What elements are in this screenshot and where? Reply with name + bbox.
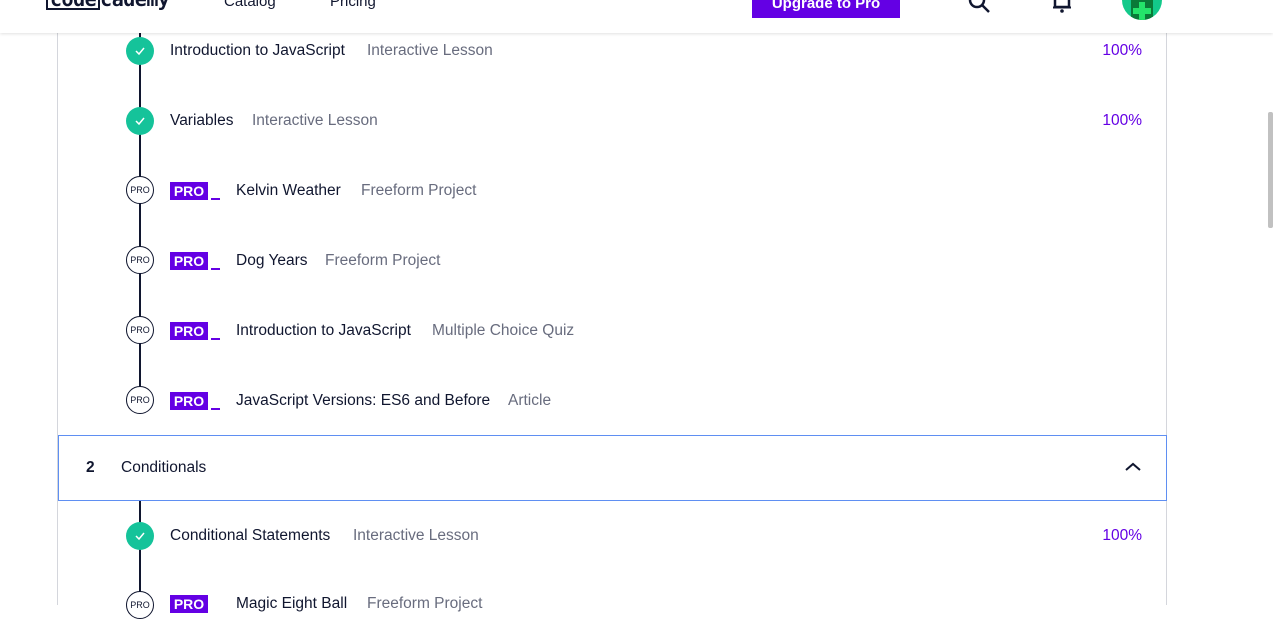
pro-badge-underline xyxy=(211,408,220,410)
pro-lock-node: PRO xyxy=(126,176,154,204)
lesson-type: Article xyxy=(508,392,552,409)
lesson-type: Interactive Lesson xyxy=(252,112,378,129)
search-icon[interactable] xyxy=(967,0,991,14)
lesson-type: Multiple Choice Quiz xyxy=(432,322,575,339)
lesson-progress: 100% xyxy=(1102,527,1142,544)
lesson-title[interactable]: Kelvin Weather xyxy=(236,182,341,200)
lesson-type: Freeform Project xyxy=(361,182,477,199)
pro-badge-underline xyxy=(211,338,220,340)
pro-lock-node: PRO xyxy=(126,591,154,619)
lesson-item[interactable]: Variables Interactive Lesson 100% xyxy=(0,101,1273,141)
lesson-title[interactable]: JavaScript Versions: ES6 and Before xyxy=(236,392,490,410)
pro-badge: PRO xyxy=(170,252,208,270)
module-title: Conditionals xyxy=(121,459,207,476)
lesson-title[interactable]: Variables xyxy=(170,112,233,130)
lesson-progress: 100% xyxy=(1102,112,1142,129)
pro-badge: PRO xyxy=(170,392,208,410)
lesson-title[interactable]: Conditional Statements xyxy=(170,527,330,545)
lesson-item[interactable]: PRO PRO Introduction to JavaScript Multi… xyxy=(0,311,1273,351)
lesson-title[interactable]: Magic Eight Ball xyxy=(236,595,347,613)
module-number: 2 xyxy=(86,459,95,476)
lesson-item[interactable]: Conditional Statements Interactive Lesso… xyxy=(0,516,1273,556)
completed-check-icon xyxy=(126,522,154,550)
pro-badge-underline xyxy=(211,268,220,270)
pro-badge-underline xyxy=(211,198,220,200)
upgrade-to-pro-button[interactable]: Upgrade to Pro xyxy=(752,0,900,18)
syllabus-panel xyxy=(57,0,1167,605)
completed-check-icon xyxy=(126,107,154,135)
pro-lock-node: PRO xyxy=(126,316,154,344)
lesson-item[interactable]: PRO PRO Kelvin Weather Freeform Project xyxy=(0,171,1273,211)
logo-cademy: cademy xyxy=(100,0,170,11)
nav-pricing-link[interactable]: Pricing xyxy=(330,0,376,10)
lesson-type: Freeform Project xyxy=(367,595,483,612)
chevron-up-icon[interactable] xyxy=(1125,462,1141,472)
lesson-item[interactable]: Introduction to JavaScript Interactive L… xyxy=(0,31,1273,71)
lesson-item[interactable]: PRO PRO Dog Years Freeform Project xyxy=(0,241,1273,281)
lesson-title[interactable]: Introduction to JavaScript xyxy=(236,322,411,340)
lesson-item[interactable]: PRO PRO Magic Eight Ball Freeform Projec… xyxy=(0,586,1273,626)
logo-code: code xyxy=(46,0,101,10)
pro-badge: PRO xyxy=(170,182,208,200)
pro-badge: PRO xyxy=(170,322,208,340)
completed-check-icon xyxy=(126,37,154,65)
top-navigation: codecademy Catalog Pricing Upgrade to Pr… xyxy=(0,0,1273,33)
pro-lock-node: PRO xyxy=(126,386,154,414)
module-header-conditionals[interactable]: 2 Conditionals xyxy=(58,435,1167,501)
lesson-title[interactable]: Introduction to JavaScript xyxy=(170,42,345,60)
lesson-title[interactable]: Dog Years xyxy=(236,252,308,270)
scrollbar-thumb[interactable] xyxy=(1268,112,1273,228)
bell-icon[interactable] xyxy=(1050,0,1074,14)
user-avatar[interactable] xyxy=(1122,0,1162,20)
codecademy-logo[interactable]: codecademy xyxy=(46,0,170,11)
lesson-type: Interactive Lesson xyxy=(367,42,493,59)
pro-badge: PRO xyxy=(170,595,208,613)
lesson-type: Freeform Project xyxy=(325,252,441,269)
lesson-type: Interactive Lesson xyxy=(353,527,479,544)
nav-catalog-link[interactable]: Catalog xyxy=(224,0,276,10)
lesson-progress: 100% xyxy=(1102,42,1142,59)
pro-lock-node: PRO xyxy=(126,246,154,274)
lesson-item[interactable]: PRO PRO JavaScript Versions: ES6 and Bef… xyxy=(0,381,1273,421)
